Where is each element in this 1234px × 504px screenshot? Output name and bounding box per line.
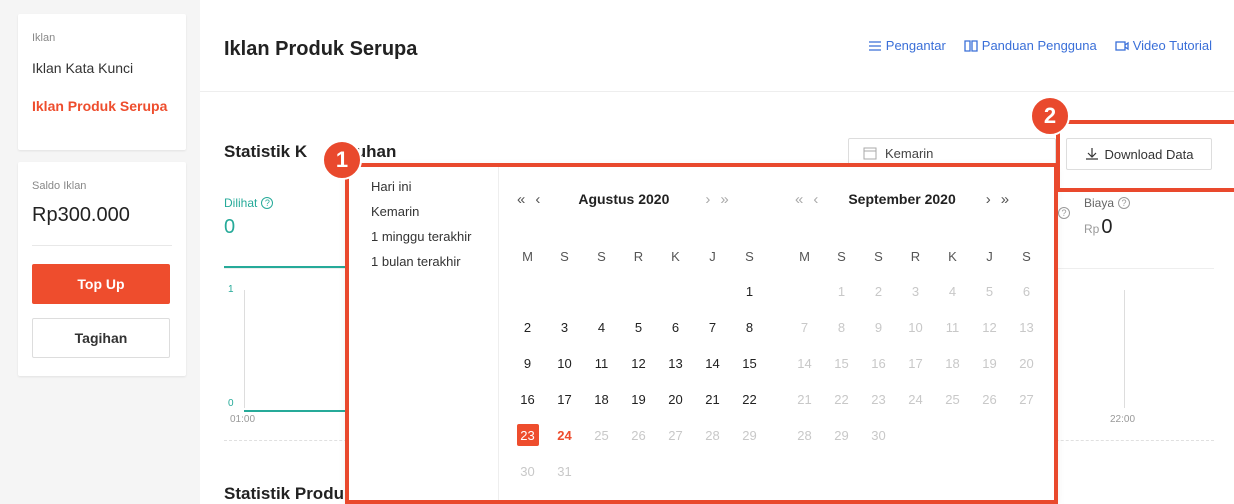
tagihan-button[interactable]: Tagihan bbox=[32, 318, 170, 358]
metric-biaya[interactable]: Biaya ? Rp 0 bbox=[1084, 196, 1131, 239]
dilihat-value: 0 bbox=[224, 216, 236, 238]
panduan-pengguna-label: Panduan Pengguna bbox=[981, 38, 1097, 53]
annotation-badge-1: 1 bbox=[322, 140, 362, 180]
nav-section-label: Iklan bbox=[32, 32, 56, 44]
dilihat-label: Dilihat bbox=[224, 196, 258, 210]
page-title: Iklan Produk Serupa bbox=[224, 38, 418, 60]
annotation-box-1 bbox=[345, 163, 1058, 504]
help-icon: ? bbox=[261, 197, 274, 209]
y-axis-max-label: 1 bbox=[228, 284, 234, 295]
x-axis-start-label: 01:00 bbox=[230, 414, 256, 425]
saldo-value: Rp300.000 bbox=[32, 204, 172, 246]
sidebar-item-iklan-produk-serupa[interactable]: Iklan Produk Serupa bbox=[32, 98, 172, 114]
top-up-button[interactable]: Top Up bbox=[32, 264, 170, 304]
ads-nav-card: Iklan Iklan Kata Kunci Iklan Produk Seru… bbox=[18, 14, 186, 150]
biaya-label: Biaya bbox=[1084, 196, 1115, 210]
video-icon bbox=[1115, 40, 1129, 51]
pengantar-link[interactable]: Pengantar bbox=[868, 38, 946, 53]
list-icon bbox=[868, 40, 881, 51]
chart-gridline bbox=[1124, 290, 1125, 408]
statistik-title: Statistik Kruhan bbox=[224, 142, 396, 162]
y-axis-min-label: 0 bbox=[228, 398, 234, 409]
book-icon bbox=[964, 39, 978, 52]
biaya-value: 0 bbox=[1101, 216, 1113, 238]
sidebar-item-iklan-kata-kunci[interactable]: Iklan Kata Kunci bbox=[32, 60, 172, 76]
statistik-title-left: Statistik K bbox=[224, 142, 308, 161]
pengantar-label: Pengantar bbox=[885, 38, 946, 53]
panduan-pengguna-link[interactable]: Panduan Pengguna bbox=[964, 38, 1097, 53]
page-header: Iklan Produk Serupa Pengantar Panduan Pe… bbox=[200, 0, 1234, 92]
saldo-label: Saldo Iklan bbox=[32, 180, 87, 192]
date-range-value: Kemarin bbox=[885, 145, 934, 161]
annotation-box-2 bbox=[1056, 120, 1234, 192]
x-axis-end-label: 22:00 bbox=[1110, 414, 1136, 425]
video-tutorial-link[interactable]: Video Tutorial bbox=[1115, 38, 1212, 53]
calendar-icon bbox=[863, 147, 877, 160]
header-links: Pengantar Panduan Pengguna Video Tutoria… bbox=[868, 38, 1212, 53]
statistik-produk-title: Statistik Produ bbox=[224, 484, 344, 503]
annotation-badge-2: 2 bbox=[1030, 96, 1070, 136]
chart-y-axis-line bbox=[244, 290, 245, 408]
help-icon: ? bbox=[1118, 197, 1131, 209]
metric-dilihat[interactable]: Dilihat ? 0 bbox=[224, 196, 274, 239]
biaya-currency: Rp bbox=[1084, 222, 1100, 236]
saldo-card: Saldo Iklan Rp300.000 Top Up Tagihan bbox=[18, 162, 186, 376]
video-tutorial-label: Video Tutorial bbox=[1132, 38, 1212, 53]
help-icon: ? bbox=[1058, 207, 1070, 219]
